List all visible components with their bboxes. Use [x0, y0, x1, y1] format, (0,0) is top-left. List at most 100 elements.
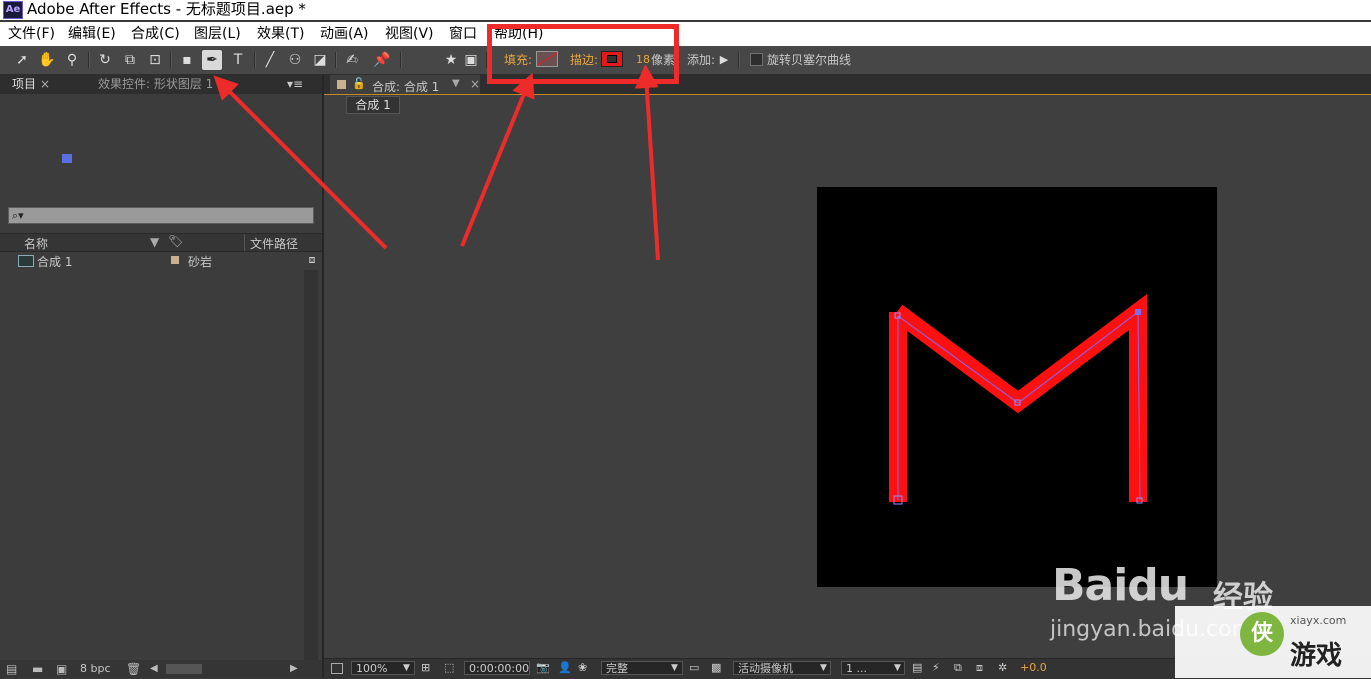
menu-edit[interactable]: 编辑(E): [68, 25, 116, 43]
toolbar-divider: [170, 52, 172, 68]
lock-icon[interactable]: 🔓: [352, 77, 366, 90]
interpret-footage-icon[interactable]: ▤: [6, 662, 17, 676]
toolbar-divider: [88, 52, 90, 68]
toolbar-divider: [335, 52, 337, 68]
tool-creates-mask-icon[interactable]: ▣: [461, 50, 481, 70]
menu-bar: 文件(F) 编辑(E) 合成(C) 图层(L) 效果(T) 动画(A) 视图(V…: [0, 22, 1371, 46]
column-name[interactable]: 名称: [24, 235, 48, 252]
path-vertex-selected[interactable]: [1135, 309, 1141, 315]
current-time-field[interactable]: 0:00:00:00: [464, 661, 530, 675]
safe-margins-icon[interactable]: ⊞: [421, 661, 430, 675]
camera-tool-icon[interactable]: ⧉: [120, 50, 140, 70]
chevron-down-icon[interactable]: ▼: [403, 661, 410, 675]
puppet-pin-tool-icon[interactable]: 📌: [372, 50, 392, 70]
rectangle-tool-icon[interactable]: ▪: [177, 50, 197, 70]
transparency-grid-icon[interactable]: ▩: [711, 661, 721, 675]
bit-depth-button[interactable]: 8 bpc: [80, 662, 111, 675]
pen-tool-icon[interactable]: ✒: [202, 50, 222, 70]
rotation-tool-icon[interactable]: ↻: [95, 50, 115, 70]
scroll-left-icon[interactable]: ◀: [150, 663, 158, 674]
toggle-pixel-aspect-icon[interactable]: ▤: [912, 661, 922, 675]
pan-behind-tool-icon[interactable]: ⊡: [145, 50, 165, 70]
composition-breadcrumb[interactable]: 合成 1: [346, 96, 400, 114]
flowchart-icon[interactable]: ⧈: [976, 661, 983, 675]
m-shape-stroke: [891, 294, 1147, 502]
camera-dropdown[interactable]: 活动摄像机: [733, 661, 831, 675]
window-title: Adobe After Effects - 无标题项目.aep *: [27, 0, 306, 18]
column-file-path[interactable]: 文件路径: [250, 235, 298, 252]
panel-menu-icon[interactable]: ▾≡: [287, 77, 303, 91]
composition-icon: [18, 255, 34, 267]
hand-tool-icon[interactable]: ✋: [37, 50, 57, 70]
menu-window[interactable]: 窗口: [449, 25, 477, 43]
region-of-interest-icon[interactable]: ▭: [689, 661, 699, 675]
text-tool-icon[interactable]: T: [228, 50, 248, 70]
menu-file[interactable]: 文件(F): [8, 25, 55, 43]
show-snapshot-icon[interactable]: 👤: [558, 661, 572, 675]
chevron-down-icon[interactable]: ▼: [452, 78, 460, 89]
new-folder-icon[interactable]: ▬: [32, 662, 43, 676]
reset-exposure-icon[interactable]: ✲: [998, 661, 1007, 675]
eraser-tool-icon[interactable]: ◪: [310, 50, 330, 70]
add-menu-arrow-icon[interactable]: ▶: [714, 50, 734, 70]
project-panel-tabs: 项目 × 效果控件: 形状图层 1 ▾≡: [0, 74, 322, 163]
toolbar-divider: [254, 52, 256, 68]
zoom-tool-icon[interactable]: ⚲: [62, 50, 82, 70]
label-tag-icon[interactable]: 🏷: [168, 234, 183, 248]
menu-layer[interactable]: 图层(L): [194, 25, 241, 43]
chevron-down-icon[interactable]: ▼: [671, 661, 678, 675]
timecode-value: 0:00:00:00: [469, 662, 530, 675]
menu-animation[interactable]: 动画(A): [320, 25, 369, 43]
brush-tool-icon[interactable]: ╱: [260, 50, 280, 70]
column-divider: [244, 234, 245, 251]
new-composition-icon[interactable]: ▣: [56, 662, 67, 676]
shape-layer-m: [889, 294, 1147, 505]
list-item[interactable]: 合成 1 砂岩: [0, 252, 304, 269]
tab-effect-controls[interactable]: 效果控件: 形状图层 1: [98, 77, 213, 91]
menu-view[interactable]: 视图(V): [385, 25, 434, 43]
game-site-url: xiayx.com: [1290, 614, 1347, 627]
resolution-value: 完整: [606, 662, 628, 675]
project-scrollbar[interactable]: [304, 270, 318, 660]
search-icon: ⌕▾: [12, 209, 24, 222]
item-label: 砂岩: [188, 255, 213, 269]
menu-effect[interactable]: 效果(T): [257, 25, 304, 43]
roto-brush-tool-icon[interactable]: ✍: [342, 50, 362, 70]
toolbar-divider: [738, 52, 740, 68]
tools-panel: ➚ ✋ ⚲ ↻ ⧉ ⊡ ▪ ✒ T ╱ ⚇ ◪ ✍ 📌 ★ ▣ 填充: 描边: …: [0, 46, 1371, 75]
close-icon[interactable]: ×: [470, 77, 480, 91]
rotate-bezier-label: 旋转贝塞尔曲线: [767, 53, 852, 67]
exposure-value[interactable]: +0.0: [1020, 661, 1047, 675]
chevron-down-icon[interactable]: ▼: [820, 661, 827, 675]
mask-visibility-icon[interactable]: ⬚: [444, 661, 454, 675]
always-preview-icon[interactable]: [331, 663, 343, 674]
project-search-input[interactable]: ⌕▾: [8, 207, 314, 224]
sort-arrow-icon[interactable]: ▼: [150, 235, 159, 249]
flowchart-icon[interactable]: ⧈: [305, 253, 319, 269]
annotation-highlight-box: [487, 24, 679, 84]
trash-icon[interactable]: 🗑: [126, 662, 141, 676]
fast-previews-icon[interactable]: ⚡: [932, 661, 940, 675]
tab-composition[interactable]: 🔓 合成: 合成 1 ▼ ×: [330, 75, 480, 94]
color-channels-icon[interactable]: ❀: [578, 661, 587, 675]
timeline-icon[interactable]: ⧉: [954, 661, 962, 675]
label-color-icon: [337, 80, 346, 89]
chevron-down-icon[interactable]: ▼: [894, 661, 901, 675]
zoom-value: 100%: [356, 662, 388, 675]
tab-project[interactable]: 项目: [12, 77, 36, 91]
item-name: 合成 1: [37, 255, 73, 269]
horizontal-scroll-thumb[interactable]: [166, 664, 202, 674]
composition-tabs: [324, 74, 1371, 95]
rotate-bezier-checkbox[interactable]: [750, 53, 763, 66]
snapshot-camera-icon[interactable]: 📷: [536, 661, 550, 675]
tool-creates-shape-icon[interactable]: ★: [441, 50, 461, 70]
camera-value: 活动摄像机: [738, 662, 793, 675]
scroll-right-icon[interactable]: ▶: [290, 663, 298, 674]
close-icon[interactable]: ×: [40, 77, 50, 91]
selection-tool-icon[interactable]: ➚: [12, 50, 32, 70]
clone-stamp-tool-icon[interactable]: ⚇: [285, 50, 305, 70]
project-column-header: 名称 ▼ 🏷 文件路径: [0, 233, 322, 252]
composition-viewer-canvas[interactable]: [817, 187, 1217, 587]
composition-tab-title: 合成: 合成 1: [372, 80, 440, 94]
menu-composition[interactable]: 合成(C): [131, 25, 180, 43]
